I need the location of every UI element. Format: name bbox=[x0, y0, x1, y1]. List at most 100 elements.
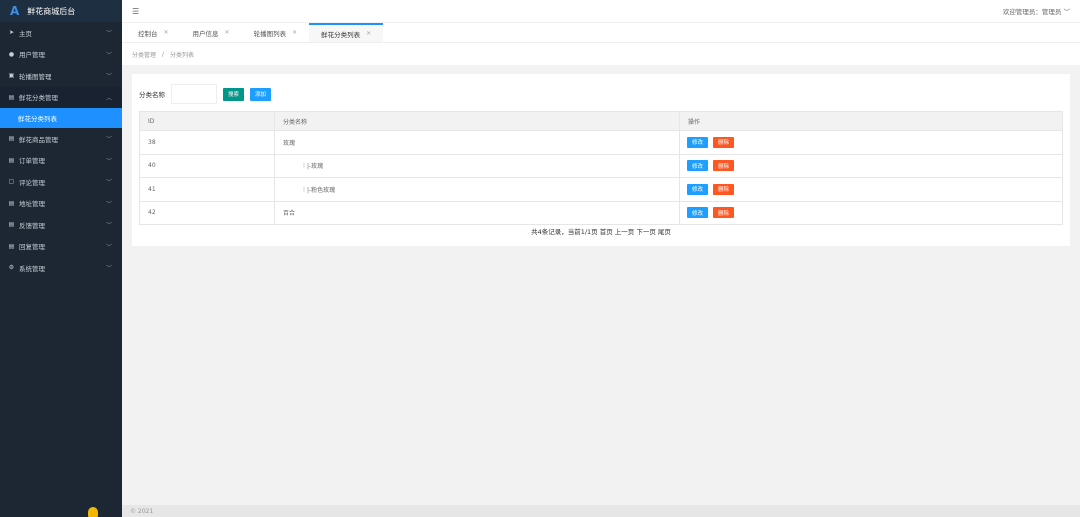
folder-icon: ▤ bbox=[8, 135, 15, 143]
cell-actions: 修改 删除 bbox=[679, 177, 1063, 202]
app-logo[interactable]: A 鲜花商城后台 bbox=[0, 0, 122, 22]
menu-toggle-icon[interactable]: ☰ bbox=[132, 7, 139, 16]
edit-button[interactable]: 修改 bbox=[687, 207, 709, 219]
cell-actions: 修改 删除 bbox=[679, 200, 1063, 225]
delete-button[interactable]: 删除 bbox=[713, 136, 735, 148]
search-bar: 分类名称 搜索 添加 bbox=[139, 84, 272, 104]
cell-name: ｜|-粉色玫瑰 bbox=[274, 177, 680, 202]
cell-actions: 修改 删除 bbox=[679, 130, 1063, 155]
send-icon: ➤ bbox=[8, 29, 15, 37]
search-label: 分类名称 bbox=[139, 91, 165, 99]
tab-label: 轮播图列表 bbox=[253, 29, 287, 38]
sidebar-item-3[interactable]: ▤ 鲜花分类管理 ︿ bbox=[0, 86, 122, 108]
cell-name: 百合 bbox=[274, 200, 680, 225]
sidebar-item-6[interactable]: ▢ 评论管理 ﹀ bbox=[0, 171, 122, 193]
sidebar-item-label: 主页 bbox=[19, 29, 32, 38]
sidebar-item-label: 轮播图管理 bbox=[19, 72, 52, 81]
app-title: 鲜花商城后台 bbox=[27, 6, 76, 16]
cell-actions: 修改 删除 bbox=[679, 153, 1063, 178]
tab-bar: 控制台 ✕ 用户信息 ✕ 轮播图列表 ✕ 鲜花分类列表 ✕ bbox=[122, 22, 1080, 43]
content-card: 分类名称 搜索 添加 ID 分类名称 操作 38 玫瑰 修改 删除 40 ｜|-玫瑰 修改删… bbox=[132, 74, 1070, 246]
folder-icon: ▤ bbox=[8, 93, 15, 101]
feedback-icon: ▤ bbox=[8, 221, 15, 229]
column-header-name: 分类名称 bbox=[274, 111, 680, 131]
sidebar-item-8[interactable]: ▤ 反馈管理 ﹀ bbox=[0, 214, 122, 236]
chevron-down-icon: ﹀ bbox=[105, 222, 112, 230]
close-icon[interactable]: ✕ bbox=[164, 29, 169, 36]
edit-button[interactable]: 修改 bbox=[687, 136, 709, 148]
cell-name: ｜|-玫瑰 bbox=[274, 153, 680, 178]
search-button[interactable]: 搜索 bbox=[223, 87, 245, 101]
tab-label: 鲜花分类列表 bbox=[321, 30, 361, 39]
edit-button[interactable]: 修改 bbox=[687, 183, 709, 195]
table-row: 41 ｜|-粉色玫瑰 修改 删除 bbox=[139, 177, 1063, 202]
chevron-up-icon: ︿ bbox=[105, 94, 112, 102]
chevron-down-icon: ﹀ bbox=[105, 243, 112, 251]
sidebar-item-0[interactable]: ➤ 主页 ﹀ bbox=[0, 22, 122, 44]
sidebar-item-label: 反馈管理 bbox=[19, 221, 45, 230]
sidebar-item-1[interactable]: ● 用户管理 ﹀ bbox=[0, 44, 122, 66]
delete-button[interactable]: 删除 bbox=[713, 160, 735, 172]
sidebar: A 鲜花商城后台 ➤ 主页 ﹀ ● 用户管理 ﹀ ▣ 轮播图管理 ﹀ ▤ 鲜花分类管理 ︿ 鲜花分类列表… bbox=[0, 0, 122, 517]
sidebar-item-2[interactable]: ▣ 轮播图管理 ﹀ bbox=[0, 65, 122, 87]
breadcrumb: 分类管理 / 分类列表 bbox=[122, 43, 1080, 65]
tab-label: 用户信息 bbox=[192, 29, 219, 38]
breadcrumb-parent[interactable]: 分类管理 bbox=[132, 50, 156, 59]
category-name-input[interactable] bbox=[171, 84, 217, 104]
sidebar-item-10[interactable]: ⚙ 系统管理 ﹀ bbox=[0, 257, 122, 279]
column-header-actions: 操作 bbox=[679, 111, 1063, 131]
delete-button[interactable]: 删除 bbox=[713, 207, 735, 219]
bell-icon[interactable] bbox=[88, 507, 98, 517]
cell-id: 40 bbox=[139, 153, 275, 178]
chevron-down-icon: ﹀ bbox=[105, 157, 112, 165]
tab-2[interactable]: 轮播图列表 ✕ bbox=[242, 23, 310, 42]
pagination[interactable]: 共4条记录，当前1/1页 首页 上一页 下一页 尾页 bbox=[132, 226, 1070, 236]
sidebar-item-label: 鲜花分类管理 bbox=[19, 94, 58, 103]
category-table: ID 分类名称 操作 38 玫瑰 修改 删除 40 ｜|-玫瑰 修改 删除 41 ｜|-粉色玫瑰修… bbox=[139, 111, 1063, 225]
cell-name: 玫瑰 bbox=[274, 130, 680, 155]
logo-icon: A bbox=[10, 4, 20, 18]
footer: © 2021 bbox=[122, 505, 1080, 517]
sidebar-item-9[interactable]: ▤ 回复管理 ﹀ bbox=[0, 236, 122, 258]
sidebar-item-label: 地址管理 bbox=[19, 200, 45, 209]
close-icon[interactable]: ✕ bbox=[292, 29, 297, 36]
sidebar-item-label: 鲜花商品管理 bbox=[19, 135, 58, 144]
tab-label: 控制台 bbox=[138, 29, 158, 38]
image-icon: ▣ bbox=[8, 72, 15, 80]
chevron-down-icon: ﹀ bbox=[105, 179, 112, 187]
close-icon[interactable]: ✕ bbox=[366, 30, 371, 37]
tab-0[interactable]: 控制台 ✕ bbox=[126, 23, 181, 42]
user-menu[interactable]: 欢迎管理员：管理员 ﹀ bbox=[1003, 6, 1070, 16]
sidebar-item-4[interactable]: ▤ 鲜花商品管理 ﹀ bbox=[0, 128, 122, 150]
sidebar-item-label: 订单管理 bbox=[19, 157, 45, 166]
add-button[interactable]: 添加 bbox=[250, 87, 272, 101]
tab-1[interactable]: 用户信息 ✕ bbox=[181, 23, 242, 42]
order-icon: ▤ bbox=[8, 156, 15, 164]
top-header: ☰ 欢迎管理员：管理员 ﹀ bbox=[122, 0, 1080, 22]
cell-id: 42 bbox=[139, 200, 275, 225]
gear-icon: ⚙ bbox=[8, 264, 15, 272]
chevron-down-icon: ﹀ bbox=[105, 136, 112, 144]
sidebar-item-5[interactable]: ▤ 订单管理 ﹀ bbox=[0, 150, 122, 172]
close-icon[interactable]: ✕ bbox=[225, 29, 230, 36]
breadcrumb-separator: / bbox=[162, 50, 165, 58]
tab-3[interactable]: 鲜花分类列表 ✕ bbox=[309, 23, 384, 42]
cell-id: 41 bbox=[139, 177, 275, 202]
edit-button[interactable]: 修改 bbox=[687, 160, 709, 172]
column-header-id: ID bbox=[139, 111, 275, 131]
copyright: © 2021 bbox=[130, 507, 154, 515]
table-row: 40 ｜|-玫瑰 修改 删除 bbox=[139, 153, 1063, 178]
delete-button[interactable]: 删除 bbox=[713, 183, 735, 195]
address-icon: ▤ bbox=[8, 199, 15, 207]
sidebar-item-label: 评论管理 bbox=[19, 178, 45, 187]
reply-icon: ▤ bbox=[8, 242, 15, 250]
chevron-down-icon: ﹀ bbox=[105, 30, 112, 38]
breadcrumb-current: 分类列表 bbox=[170, 51, 195, 59]
sidebar-item-7[interactable]: ▤ 地址管理 ﹀ bbox=[0, 193, 122, 215]
sidebar-item-label: 用户管理 bbox=[19, 51, 45, 60]
chevron-down-icon: ﹀ bbox=[105, 73, 112, 81]
table-header-row: ID 分类名称 操作 bbox=[139, 111, 1063, 131]
table-row: 38 玫瑰 修改 删除 bbox=[139, 130, 1063, 155]
comment-icon: ▢ bbox=[8, 178, 15, 186]
sidebar-subitem-category-list[interactable]: 鲜花分类列表 bbox=[0, 108, 122, 128]
